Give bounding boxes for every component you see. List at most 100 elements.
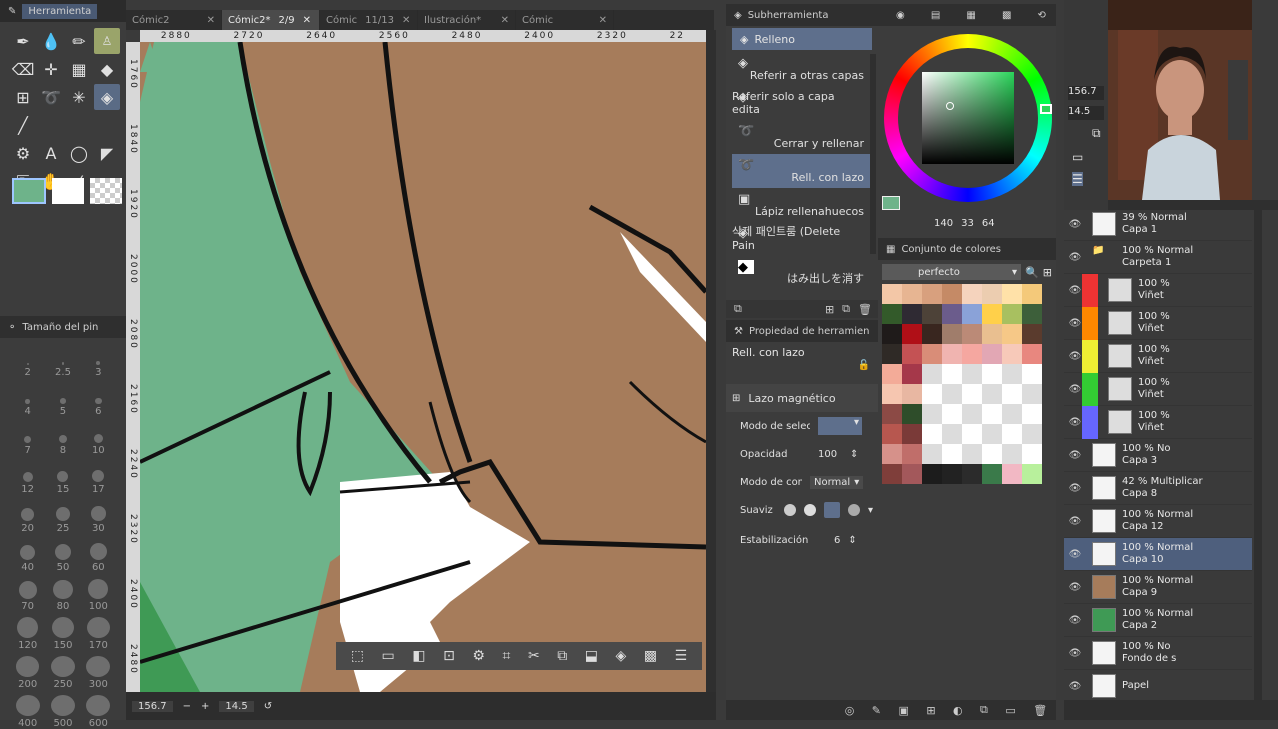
- delete-layer-icon[interactable]: 🗑: [1033, 704, 1047, 717]
- deselect-icon[interactable]: ⬚: [351, 648, 364, 664]
- color-swatch[interactable]: [1002, 344, 1022, 364]
- main-color-swatch[interactable]: [12, 178, 46, 204]
- color-swatch[interactable]: [882, 404, 902, 424]
- color-swatch[interactable]: [982, 284, 1002, 304]
- subtool-delete-paint[interactable]: ◈ 삭제 패인트룸 (Delete Pain: [732, 222, 872, 256]
- ink-drop-tool-icon[interactable]: 💧: [38, 28, 64, 54]
- color-swatch[interactable]: [942, 464, 962, 484]
- layer-scrollbar[interactable]: [1254, 210, 1262, 700]
- color-swatch[interactable]: [922, 284, 942, 304]
- brush-size-option[interactable]: 170: [81, 617, 115, 651]
- brush-size-option[interactable]: 600: [81, 695, 115, 729]
- hsv-h-value[interactable]: 140: [934, 218, 953, 229]
- color-swatch[interactable]: [1022, 344, 1042, 364]
- copy-subtool-icon[interactable]: ⊞: [825, 303, 834, 316]
- crop-icon[interactable]: ⌗: [503, 648, 511, 664]
- color-swatch[interactable]: [882, 364, 902, 384]
- subtool-lapiz-rellenahuecos[interactable]: ▣ Lápiz rellenahuecos: [732, 188, 872, 222]
- figure-tool-icon[interactable]: ♙: [94, 28, 120, 54]
- color-swatch[interactable]: [982, 444, 1002, 464]
- color-swatch[interactable]: [1022, 424, 1042, 444]
- subtool-referir-otras[interactable]: ◈ Referir a otras capas: [732, 52, 872, 86]
- search-icon[interactable]: 🔍: [1025, 266, 1039, 279]
- close-icon[interactable]: ✕: [207, 15, 215, 26]
- clip-icon[interactable]: ⊞: [926, 704, 935, 717]
- color-swatch[interactable]: [1022, 464, 1042, 484]
- color-swatch[interactable]: [1022, 444, 1042, 464]
- transparent-color-swatch[interactable]: [90, 178, 122, 204]
- new-layer-icon[interactable]: ⧉: [980, 703, 988, 717]
- color-swatch[interactable]: [1022, 304, 1042, 324]
- current-color-chip[interactable]: [882, 196, 900, 210]
- frame-icon[interactable]: ▣: [898, 704, 908, 717]
- close-icon[interactable]: ✕: [303, 15, 311, 26]
- brush-size-option[interactable]: 40: [11, 539, 45, 573]
- color-swatch[interactable]: [902, 404, 922, 424]
- color-slider-tab-icon[interactable]: ▤: [931, 10, 940, 21]
- color-swatch[interactable]: [1002, 284, 1022, 304]
- pen-tool-icon[interactable]: ✒: [10, 28, 36, 54]
- layer-row[interactable]: 👁 100 % Normal Capa 9: [1064, 571, 1252, 604]
- pattern-icon[interactable]: ▩: [644, 648, 657, 664]
- brush-size-option[interactable]: 500: [46, 695, 80, 729]
- color-swatch[interactable]: [982, 324, 1002, 344]
- color-swatch[interactable]: [902, 384, 922, 404]
- color-swatch[interactable]: [962, 464, 982, 484]
- subtool-referir-editable[interactable]: ◈ Referir solo a capa edita: [732, 86, 872, 120]
- eye-icon[interactable]: 👁: [1064, 252, 1086, 263]
- invert-icon[interactable]: ◧: [412, 648, 425, 664]
- new-subtool-icon[interactable]: ⧉: [842, 302, 850, 316]
- eye-icon[interactable]: 👁: [1064, 483, 1086, 494]
- layer-row[interactable]: 👁 100 % No Capa 3: [1064, 439, 1252, 472]
- color-swatch[interactable]: [1002, 444, 1022, 464]
- color-swatch[interactable]: [962, 324, 982, 344]
- layer-row[interactable]: 👁 100 % Viñet: [1064, 405, 1252, 439]
- color-swatch[interactable]: [1022, 364, 1042, 384]
- tab-ilustracion[interactable]: Ilustración* ✕: [418, 10, 516, 30]
- tab-comic2-active[interactable]: Cómic2* 2/9 ✕: [222, 10, 320, 30]
- opacity-value[interactable]: 100: [818, 449, 842, 460]
- color-swatch[interactable]: [942, 404, 962, 424]
- color-swatch[interactable]: [1002, 404, 1022, 424]
- brush-size-option[interactable]: 150: [46, 617, 80, 651]
- color-swatch[interactable]: [962, 404, 982, 424]
- layer-row[interactable]: 👁 100 % No Fondo de s: [1064, 637, 1252, 670]
- close-icon[interactable]: ✕: [501, 15, 509, 26]
- brush-size-option[interactable]: 120: [11, 617, 45, 651]
- color-swatch[interactable]: [902, 344, 922, 364]
- saturation-value-square[interactable]: [922, 72, 1014, 164]
- color-swatch[interactable]: [882, 304, 902, 324]
- lock-icon[interactable]: 🔓: [858, 360, 870, 371]
- brush-size-option[interactable]: 20: [11, 500, 45, 534]
- color-swatch[interactable]: [962, 284, 982, 304]
- brush-size-option[interactable]: 4: [11, 383, 45, 417]
- color-swatch[interactable]: [1002, 364, 1022, 384]
- color-swatch[interactable]: [902, 464, 922, 484]
- color-swatch[interactable]: [882, 424, 902, 444]
- sub-color-swatch[interactable]: [52, 178, 84, 204]
- close-icon[interactable]: ✕: [402, 15, 410, 26]
- eye-icon[interactable]: 👁: [1064, 615, 1086, 626]
- layer-row[interactable]: 👁 📁 100 % Normal Carpeta 1: [1064, 241, 1252, 274]
- select-all-icon[interactable]: ▭: [382, 648, 395, 664]
- color-swatch[interactable]: [1022, 384, 1042, 404]
- sparkle-tool-icon[interactable]: ✳: [66, 84, 92, 110]
- layer-row[interactable]: 👁 42 % Multiplicar Capa 8: [1064, 472, 1252, 505]
- expand-plus-icon[interactable]: ⊞: [732, 393, 740, 404]
- tab-comic2[interactable]: Cómic2 ✕: [126, 10, 222, 30]
- brush-size-option[interactable]: 2.5: [46, 344, 80, 378]
- color-swatch[interactable]: [942, 424, 962, 444]
- layer-row[interactable]: 👁 100 % Viñet: [1064, 306, 1252, 340]
- gear-icon[interactable]: ⚙: [472, 648, 485, 664]
- color-swatch[interactable]: [962, 384, 982, 404]
- subtool-rell-lazo[interactable]: ➰ Rell. con lazo: [732, 154, 872, 188]
- color-swatch[interactable]: [902, 324, 922, 344]
- expand-icon[interactable]: ⊡: [443, 648, 455, 664]
- hsv-s-value[interactable]: 33: [961, 218, 974, 229]
- smooth-option-3[interactable]: [824, 502, 840, 518]
- fill-tool-icon[interactable]: ◈: [94, 84, 120, 110]
- brush-size-option[interactable]: 7: [11, 422, 45, 456]
- diamond-tool-icon[interactable]: ◆: [94, 56, 120, 82]
- eye-icon[interactable]: 👁: [1064, 648, 1086, 659]
- brush-size-option[interactable]: 8: [46, 422, 80, 456]
